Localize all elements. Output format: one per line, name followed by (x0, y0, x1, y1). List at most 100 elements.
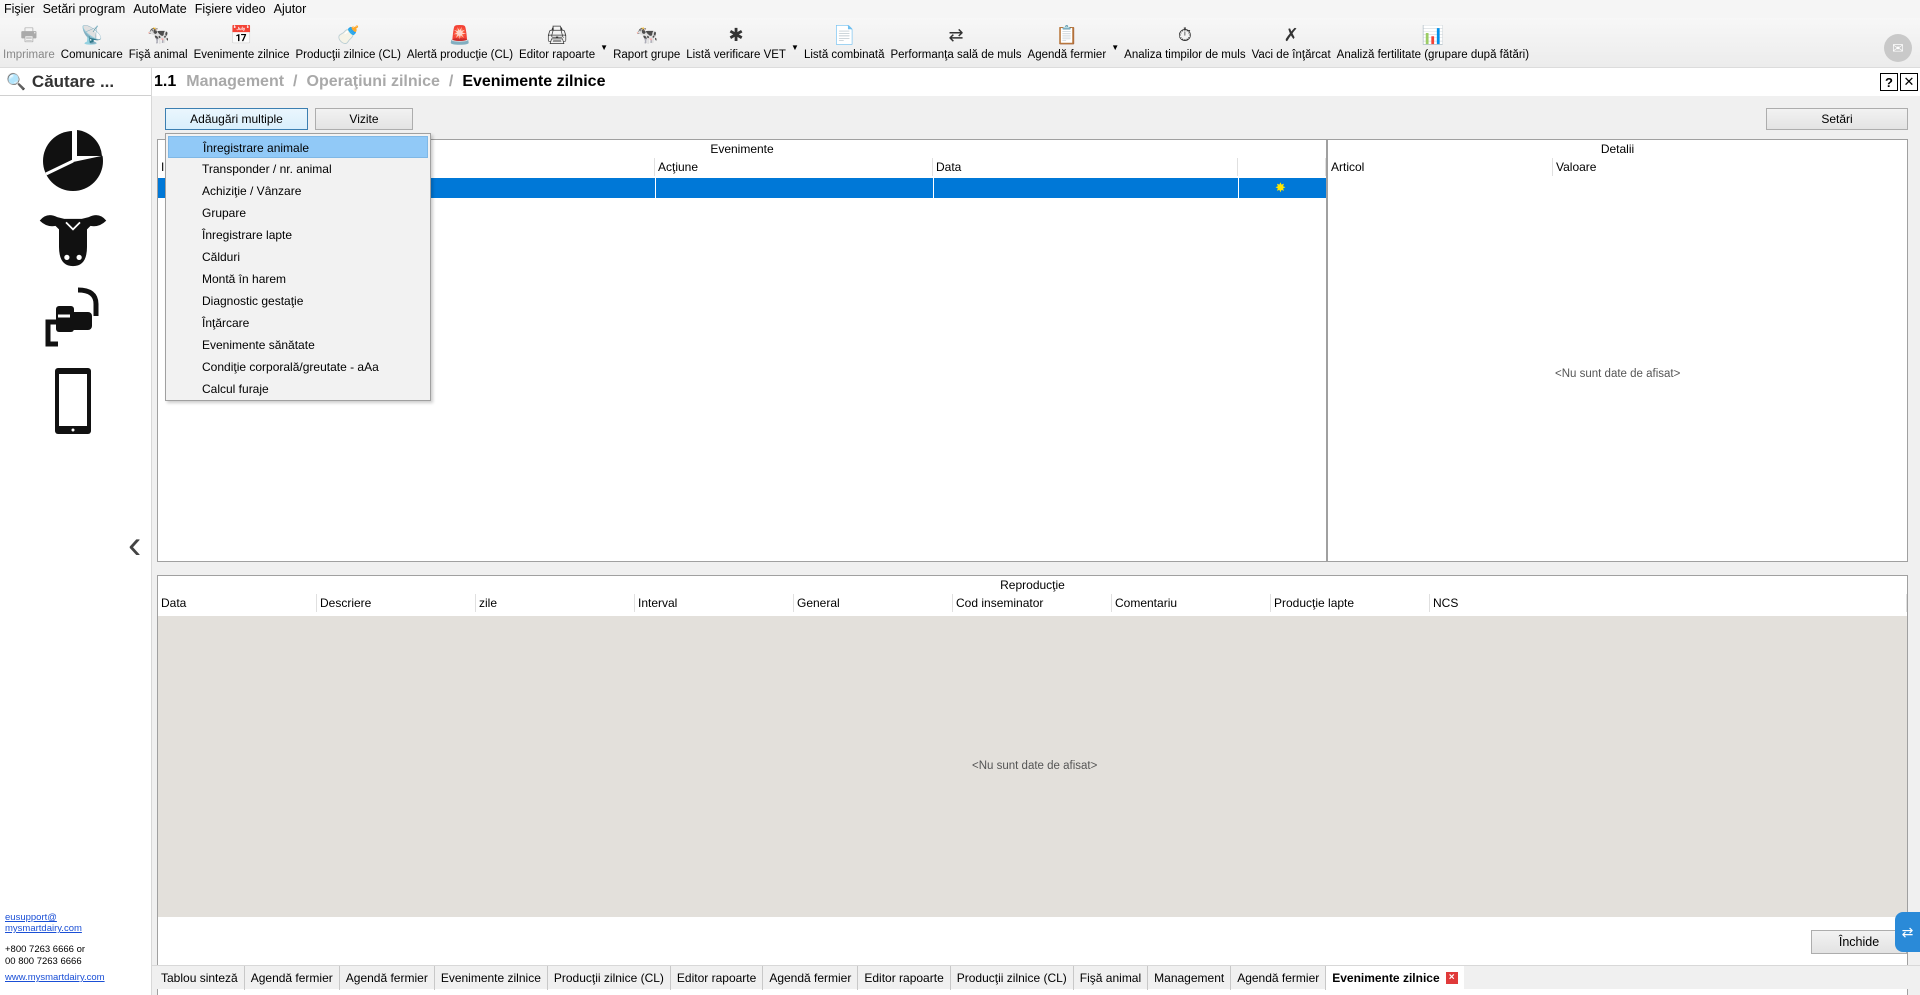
menu-item-11[interactable]: Calcul furaje (168, 378, 428, 400)
menu-item-5[interactable]: Călduri (168, 246, 428, 268)
reproduction-col-5[interactable]: Cod inseminator (953, 594, 1112, 612)
toolbar-button-11[interactable]: 📋 Agendă fermier (1025, 18, 1110, 68)
tab-8[interactable]: Producţii zilnice (CL) (951, 965, 1074, 990)
menu-item-1[interactable]: Transponder / nr. animal (168, 158, 428, 180)
support-phone: +800 7263 6666 or 00 800 7263 6666 (5, 944, 86, 967)
website-link[interactable]: www.mysmartdairy.com (5, 972, 105, 983)
tab-5[interactable]: Editor rapoarte (671, 965, 764, 990)
toolbar-button-0[interactable]: 🖶 Imprimare (0, 18, 58, 68)
tab-bar: Tablou sinteză Agendă fermier Agendă fermi… (152, 965, 1920, 990)
printer-icon: 🖶 (20, 25, 38, 45)
events-col-flag[interactable] (1238, 158, 1326, 176)
toolbar: 🖶 Imprimare 📡 Comunicare 🐄 Fişă animal 📅 Evenim… (0, 18, 1920, 68)
tab-6[interactable]: Agendă fermier (763, 965, 859, 990)
support-email[interactable]: eusupport@ mysmartdairy.com (5, 912, 82, 934)
toolbar-button-3[interactable]: 📅 Evenimente zilnice (191, 18, 293, 68)
dry-cow-icon: ✗ (1283, 25, 1299, 45)
toolbar-dropdown-caret-icon[interactable]: ▼ (789, 18, 801, 68)
menu-video[interactable]: Fişiere video (195, 2, 266, 16)
menu-file[interactable]: Fişier (4, 2, 35, 16)
tab-label: Editor rapoarte (676, 970, 757, 985)
toolbar-dropdown-caret-icon[interactable]: ▼ (1109, 18, 1121, 68)
antenna-icon: 📡 (80, 25, 103, 45)
pie-chart-icon[interactable] (38, 124, 108, 194)
timer-icon: ⏱ (1177, 25, 1192, 45)
visits-button[interactable]: Vizite (315, 108, 413, 130)
reproduction-col-4[interactable]: General (794, 594, 953, 612)
tab-12[interactable]: Evenimente zilnice × (1326, 965, 1464, 990)
reproduction-col-1[interactable]: Descriere (317, 594, 476, 612)
tab-11[interactable]: Agendă fermier (1231, 965, 1327, 990)
collapse-sidebar-icon[interactable]: ‹ (128, 523, 141, 568)
menu-item-2[interactable]: Achiziţie / Vânzare (168, 180, 428, 202)
toolbar-button-8[interactable]: ✱ Listă verificare VET (683, 18, 789, 68)
close-tab-icon[interactable]: × (1445, 972, 1458, 985)
reproduction-empty-text: <Nu sunt date de afisat> (972, 760, 1098, 772)
tab-3[interactable]: Evenimente zilnice (435, 965, 548, 990)
menu-settings[interactable]: Setări program (43, 2, 126, 16)
menu-help[interactable]: Ajutor (274, 2, 307, 16)
tab-0[interactable]: Tablou sinteză (155, 965, 245, 990)
toolbar-label: Performanţa sală de muls (890, 49, 1022, 61)
multiple-additions-button[interactable]: Adăugări multiple (165, 108, 308, 130)
settings-button[interactable]: Setări (1766, 108, 1908, 130)
reproduction-col-8[interactable]: NCS (1430, 594, 1907, 612)
menu-item-8[interactable]: Înţărcare (168, 312, 428, 334)
mail-icon[interactable]: ✉ (1884, 34, 1912, 62)
events-col-date[interactable]: Data (933, 158, 1238, 176)
toolbar-label: Analiză fertilitate (grupare după fătări… (1336, 49, 1530, 61)
toolbar-label: Raport grupe (613, 49, 681, 61)
menu-item-0[interactable]: Înregistrare animale (168, 136, 428, 158)
toolbar-dropdown-caret-icon[interactable]: ▼ (598, 18, 610, 68)
tab-4[interactable]: Producţii zilnice (CL) (548, 965, 671, 990)
menu-automate[interactable]: AutoMate (133, 2, 187, 16)
toolbar-button-2[interactable]: 🐄 Fişă animal (126, 18, 191, 68)
close-button[interactable]: Închide (1811, 930, 1907, 954)
menu-item-10[interactable]: Condiţie corporală/greutate - aAa (168, 356, 428, 378)
search-box[interactable]: 🔍 Căutare ... (0, 68, 151, 96)
menu-item-4[interactable]: Înregistrare lapte (168, 224, 428, 246)
events-col-action[interactable]: Acţiune (655, 158, 933, 176)
toolbar-button-14[interactable]: 📊 Analiză fertilitate (grupare după fătăr… (1334, 18, 1532, 68)
tab-2[interactable]: Agendă fermier (340, 965, 435, 990)
toolbar-button-1[interactable]: 📡 Comunicare (58, 18, 126, 68)
menu-item-9[interactable]: Evenimente sănătate (168, 334, 428, 356)
vet-icon: ✱ (728, 25, 744, 45)
tab-1[interactable]: Agendă fermier (245, 965, 340, 990)
tab-9[interactable]: Fişă animal (1074, 965, 1149, 990)
reproduction-col-3[interactable]: Interval (635, 594, 794, 612)
calendar-icon: 📅 (230, 25, 253, 45)
alert-bottle-icon: 🚨 (448, 25, 472, 45)
reproduction-col-7[interactable]: Producţie lapte (1271, 594, 1430, 612)
cow-head-icon[interactable] (38, 204, 108, 274)
reproduction-col-2[interactable]: zile (476, 594, 635, 612)
help-icon[interactable]: ? (1880, 73, 1898, 91)
breadcrumb-daily-operations[interactable]: Operaţiuni zilnice (307, 73, 440, 91)
mobile-phone-icon[interactable] (38, 366, 108, 436)
breadcrumb-management[interactable]: Management (186, 73, 284, 91)
toolbar-button-12[interactable]: ⏱ Analiza timpilor de muls (1121, 18, 1248, 68)
toolbar-button-13[interactable]: ✗ Vaci de înţărcat (1249, 18, 1334, 68)
menu-item-6[interactable]: Montă în harem (168, 268, 428, 290)
tab-label: Agendă fermier (769, 970, 852, 985)
close-icon[interactable]: ✕ (1900, 73, 1918, 91)
tab-7[interactable]: Editor rapoarte (858, 965, 951, 990)
toolbar-label: Editor rapoarte (519, 49, 596, 61)
toolbar-button-4[interactable]: 🍼 Producţii zilnice (CL) (292, 18, 403, 68)
details-col-item[interactable]: Articol (1328, 158, 1553, 176)
tab-10[interactable]: Management (1148, 965, 1232, 990)
toolbar-button-10[interactable]: ⇄ Performanţa sală de muls (887, 18, 1024, 68)
menu-item-3[interactable]: Grupare (168, 202, 428, 224)
tab-label: Agendă fermier (250, 970, 333, 985)
toolbar-button-5[interactable]: 🚨 Alertă producţie (CL) (404, 18, 516, 68)
details-col-value[interactable]: Valoare (1553, 158, 1907, 176)
teamviewer-icon[interactable]: ⇄ (1895, 912, 1920, 952)
plug-icon[interactable] (38, 282, 108, 352)
toolbar-label: Producţii zilnice (CL) (295, 49, 401, 61)
toolbar-button-9[interactable]: 📄 Listă combinată (801, 18, 888, 68)
reproduction-col-6[interactable]: Comentariu (1112, 594, 1271, 612)
toolbar-button-6[interactable]: 🖨 Editor rapoarte (516, 18, 598, 68)
menu-item-7[interactable]: Diagnostic gestaţie (168, 290, 428, 312)
toolbar-button-7[interactable]: 🐄 Raport grupe (610, 18, 683, 68)
reproduction-col-0[interactable]: Data (158, 594, 317, 612)
